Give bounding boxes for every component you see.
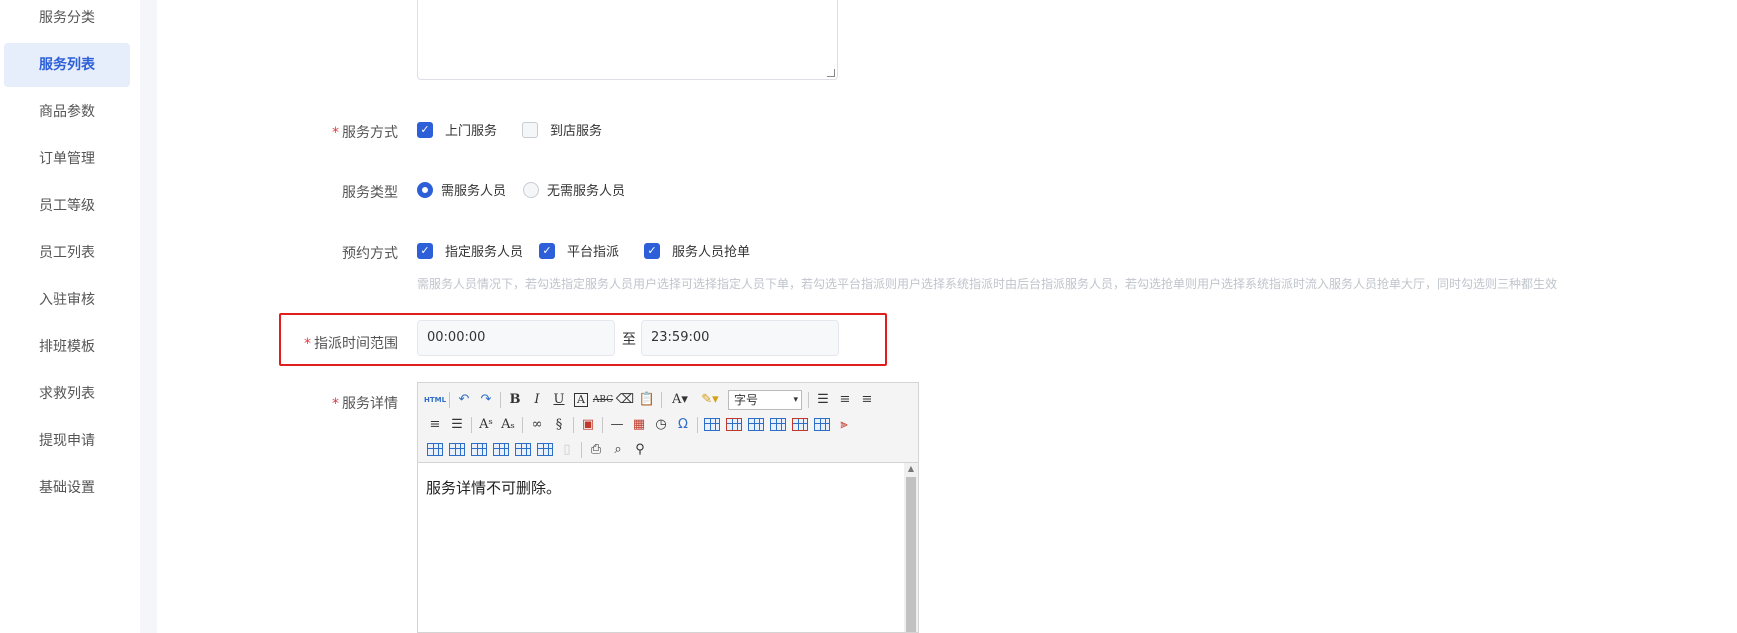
- sidebar-item-staff-level[interactable]: 员工等级: [4, 184, 130, 228]
- radio-selected-icon: [417, 181, 433, 198]
- checkbox-designated-staff[interactable]: ✓ 指定服务人员: [417, 241, 523, 260]
- insert-table-icon[interactable]: [701, 415, 723, 435]
- time-range-separator: 至: [622, 332, 636, 348]
- eraser-icon[interactable]: ⌫: [614, 390, 636, 410]
- link-icon[interactable]: ∞: [526, 415, 548, 435]
- booking-method-hint: 需服务人员情况下，若勾选指定服务人员用户选择可选择指定人员下单，若勾选平台指派则…: [417, 277, 1558, 291]
- booking-method-label: 预约方式: [342, 246, 398, 262]
- sidebar-item-rescue-list[interactable]: 求救列表: [4, 372, 130, 416]
- radio-needs-staff[interactable]: 需服务人员: [417, 180, 506, 199]
- checkbox-checked-icon: ✓: [644, 242, 660, 259]
- superscript-icon[interactable]: Aˢ: [475, 415, 497, 435]
- resize-grip-icon[interactable]: [827, 69, 835, 77]
- bold-icon[interactable]: B: [504, 390, 526, 410]
- sidebar-item-basic-settings[interactable]: 基础设置: [4, 466, 130, 510]
- font-color-icon[interactable]: A▾: [665, 390, 695, 410]
- sidebar-item-order-management[interactable]: 订单管理: [4, 137, 130, 181]
- delete-table-icon[interactable]: [723, 415, 745, 435]
- image-icon[interactable]: ▣: [577, 415, 599, 435]
- radio-unselected-icon: [523, 181, 539, 198]
- align-indent-icon[interactable]: ☰: [812, 390, 834, 410]
- sidebar: 服务分类 服务列表 商品参数 订单管理 员工等级 员工列表 入驻审核 排班模板 …: [0, 0, 140, 633]
- subscript-icon[interactable]: Aₛ: [497, 415, 519, 435]
- service-detail-label: * 服务详情: [332, 396, 398, 412]
- preview-icon[interactable]: ⌕: [607, 440, 629, 460]
- checkbox-checked-icon: ✓: [417, 242, 433, 259]
- radio-no-staff[interactable]: 无需服务人员: [523, 180, 625, 199]
- editor-toolbar: HTML ↶ ↷ B I U A ABC ⌫ 📋 A▾ ✎▾ 字号 ▾ ☰ ≡ ≡…: [418, 383, 918, 463]
- checkbox-in-store-service[interactable]: 到店服务: [522, 120, 602, 139]
- horizontal-rule-icon[interactable]: —: [606, 415, 628, 435]
- scroll-up-icon[interactable]: ▲: [904, 463, 918, 475]
- undo-icon[interactable]: ↶: [453, 390, 475, 410]
- sidebar-item-onboarding-review[interactable]: 入驻审核: [4, 278, 130, 322]
- delete-column-icon[interactable]: ⫸: [833, 415, 855, 435]
- sidebar-item-withdrawal-request[interactable]: 提现申请: [4, 419, 130, 463]
- unlink-icon[interactable]: §: [548, 415, 570, 435]
- date-icon[interactable]: ▦: [628, 415, 650, 435]
- sidebar-item-service-list[interactable]: 服务列表: [4, 43, 130, 87]
- dispatch-time-label: * 指派时间范围: [304, 336, 398, 352]
- redo-icon[interactable]: ↷: [475, 390, 497, 410]
- split-rows-icon[interactable]: [512, 440, 534, 460]
- delete-row-icon[interactable]: [789, 415, 811, 435]
- split-cols-icon[interactable]: [534, 440, 556, 460]
- rich-text-editor: HTML ↶ ↷ B I U A ABC ⌫ 📋 A▾ ✎▾ 字号 ▾ ☰ ≡ ≡…: [417, 382, 919, 633]
- highlight-color-icon[interactable]: ✎▾: [695, 390, 725, 410]
- sidebar-item-product-params[interactable]: 商品参数: [4, 90, 130, 134]
- align-right-icon[interactable]: ≡: [424, 415, 446, 435]
- font-border-icon[interactable]: A: [574, 392, 588, 407]
- print-icon[interactable]: ⎙: [585, 440, 607, 460]
- checkbox-unchecked-icon: [522, 121, 538, 138]
- sidebar-gutter: [140, 0, 157, 633]
- insert-row-icon[interactable]: [767, 415, 789, 435]
- checkbox-staff-grab-order[interactable]: ✓ 服务人员抢单: [644, 241, 750, 260]
- checkbox-checked-icon: ✓: [417, 121, 433, 138]
- strikethrough-icon[interactable]: ABC: [592, 390, 614, 410]
- special-char-icon[interactable]: Ω: [672, 415, 694, 435]
- paste-icon[interactable]: 📋: [636, 390, 658, 410]
- align-justify-icon[interactable]: ☰: [446, 415, 468, 435]
- split-cells-icon[interactable]: [490, 440, 512, 460]
- font-size-select[interactable]: 字号 ▾: [728, 389, 802, 410]
- checkbox-platform-assign[interactable]: ✓ 平台指派: [539, 241, 619, 260]
- merge-down-icon[interactable]: [468, 440, 490, 460]
- end-time-input[interactable]: 23:59:00: [641, 320, 839, 356]
- sidebar-item-service-category[interactable]: 服务分类: [4, 0, 130, 40]
- checkbox-checked-icon: ✓: [539, 242, 555, 259]
- time-icon[interactable]: ◷: [650, 415, 672, 435]
- underline-icon[interactable]: U: [548, 390, 570, 410]
- search-replace-icon[interactable]: ⚲: [629, 440, 651, 460]
- italic-icon[interactable]: I: [526, 390, 548, 410]
- service-method-label: * 服务方式: [332, 125, 398, 141]
- editor-content[interactable]: 服务详情不可删除。 ▲: [418, 463, 918, 632]
- start-time-input[interactable]: 00:00:00: [417, 320, 615, 356]
- merge-cells-icon[interactable]: [424, 440, 446, 460]
- align-center-icon[interactable]: ≡: [856, 390, 878, 410]
- align-left-icon[interactable]: ≡: [834, 390, 856, 410]
- service-type-label: 服务类型: [342, 185, 398, 201]
- merge-right-icon[interactable]: [446, 440, 468, 460]
- table-caption-icon[interactable]: [745, 415, 767, 435]
- sidebar-item-staff-list[interactable]: 员工列表: [4, 231, 130, 275]
- paste-plain-icon[interactable]: ▯: [556, 440, 578, 460]
- sidebar-item-shift-template[interactable]: 排班模板: [4, 325, 130, 369]
- insert-column-icon[interactable]: [811, 415, 833, 435]
- checkbox-home-service[interactable]: ✓ 上门服务: [417, 120, 497, 139]
- description-textarea[interactable]: [417, 0, 838, 80]
- editor-scrollbar[interactable]: ▲: [904, 463, 918, 632]
- html-source-icon[interactable]: HTML: [424, 390, 446, 410]
- scrollbar-thumb[interactable]: [906, 477, 916, 632]
